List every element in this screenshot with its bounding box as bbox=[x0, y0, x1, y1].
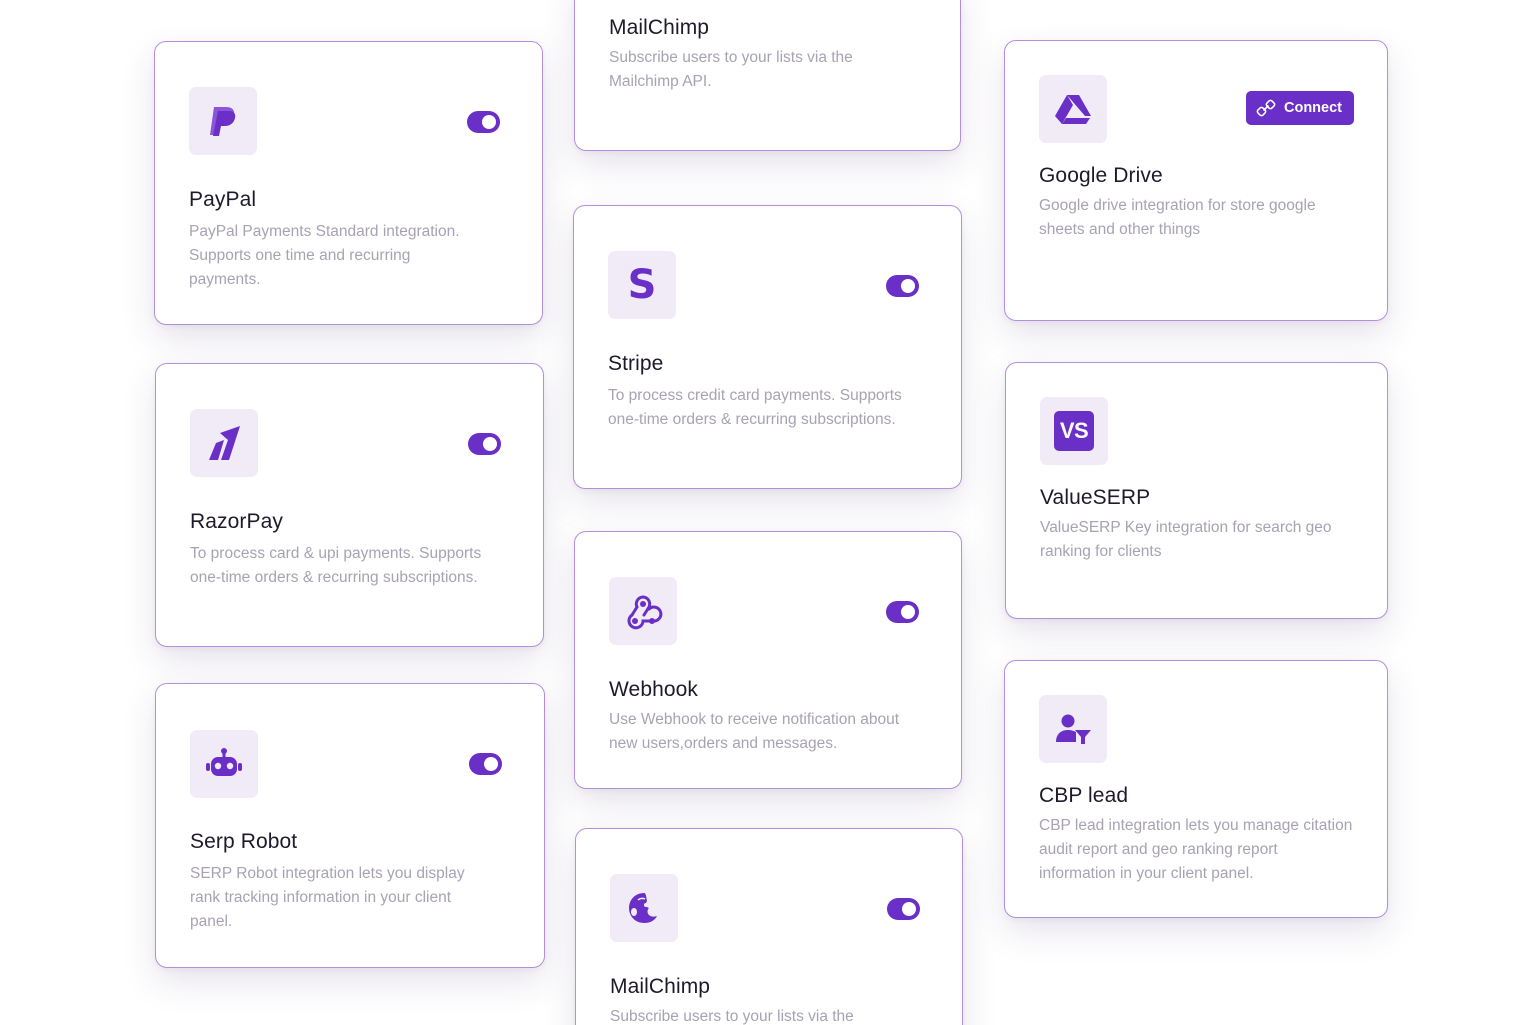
stripe-icon: S bbox=[627, 262, 657, 308]
integration-card-stripe: S Stripe To process credit card payments… bbox=[573, 205, 962, 489]
user-filter-icon bbox=[1056, 714, 1091, 744]
card-title: MailChimp bbox=[609, 16, 710, 39]
card-description: To process credit card payments. Support… bbox=[608, 387, 902, 428]
card-description: Google drive integration for store googl… bbox=[1039, 197, 1316, 238]
enable-toggle[interactable] bbox=[886, 601, 919, 623]
connect-label: Connect bbox=[1284, 100, 1342, 116]
icon-tile: S bbox=[608, 251, 676, 319]
link-icon bbox=[1256, 99, 1276, 117]
integration-card-razorpay: RazorPay To process card & upi payments.… bbox=[155, 363, 544, 647]
enable-toggle[interactable] bbox=[468, 433, 501, 455]
integration-card-valueserp: VS ValueSERP ValueSERP Key integration f… bbox=[1005, 362, 1388, 619]
valueserp-icon: VS bbox=[1054, 411, 1094, 451]
card-title: Google Drive bbox=[1039, 164, 1163, 187]
mailchimp-icon bbox=[629, 893, 657, 923]
toggle-knob bbox=[901, 279, 915, 293]
integration-card-mailchimp-top: MailChimp Subscribe users to your lists … bbox=[574, 0, 961, 151]
connect-button[interactable]: Connect bbox=[1246, 91, 1354, 125]
integrations-grid: MailChimp Subscribe users to your lists … bbox=[0, 0, 1536, 1025]
integration-card-webhook: Webhook Use Webhook to receive notificat… bbox=[574, 531, 962, 789]
enable-toggle[interactable] bbox=[469, 753, 502, 775]
webhook-icon bbox=[627, 595, 663, 630]
enable-toggle[interactable] bbox=[467, 111, 500, 133]
robot-icon bbox=[206, 748, 242, 776]
card-description: ValueSERP Key integration for search geo… bbox=[1040, 519, 1332, 560]
google-drive-icon bbox=[1055, 95, 1091, 124]
enable-toggle[interactable] bbox=[886, 275, 919, 297]
card-description: Use Webhook to receive notification abou… bbox=[609, 711, 900, 752]
enable-toggle[interactable] bbox=[887, 898, 920, 920]
card-title: Serp Robot bbox=[190, 830, 298, 853]
icon-tile bbox=[1039, 75, 1107, 143]
card-description: Subscribe users to your lists via the Ma… bbox=[609, 49, 853, 90]
icon-tile bbox=[610, 874, 678, 942]
icon-tile bbox=[1039, 695, 1107, 763]
integration-card-mailchimp-bottom: MailChimp Subscribe users to your lists … bbox=[575, 828, 963, 1025]
icon-tile bbox=[189, 87, 257, 155]
icon-tile bbox=[190, 730, 258, 798]
card-description: SERP Robot integration lets you display … bbox=[190, 865, 465, 930]
card-title: Stripe bbox=[608, 352, 664, 375]
card-description: PayPal Payments Standard integration. Su… bbox=[189, 223, 460, 288]
card-title: RazorPay bbox=[190, 510, 284, 533]
card-title: PayPal bbox=[189, 188, 257, 211]
card-description: To process card & upi payments. Supports… bbox=[190, 545, 482, 586]
card-title: Webhook bbox=[609, 678, 699, 701]
paypal-icon bbox=[210, 107, 236, 136]
icon-tile: VS bbox=[1040, 397, 1108, 465]
icon-tile bbox=[190, 409, 258, 477]
card-title: CBP lead bbox=[1039, 784, 1129, 807]
integration-card-google-drive: Connect Google Drive Google drive integr… bbox=[1004, 40, 1388, 321]
toggle-knob bbox=[902, 902, 916, 916]
card-description: CBP lead integration lets you manage cit… bbox=[1039, 817, 1353, 882]
toggle-knob bbox=[484, 757, 498, 771]
icon-tile bbox=[609, 577, 677, 645]
integration-card-serp-robot: Serp Robot SERP Robot integration lets y… bbox=[155, 683, 545, 968]
card-description: Subscribe users to your lists via the bbox=[610, 1008, 854, 1025]
integration-card-paypal: PayPal PayPal Payments Standard integrat… bbox=[154, 41, 543, 325]
integration-card-cbp-lead: CBP lead CBP lead integration lets you m… bbox=[1004, 660, 1388, 918]
toggle-knob bbox=[482, 115, 496, 129]
razorpay-icon bbox=[209, 426, 240, 460]
card-title: ValueSERP bbox=[1040, 486, 1151, 509]
toggle-knob bbox=[901, 605, 915, 619]
toggle-knob bbox=[483, 437, 497, 451]
card-title: MailChimp bbox=[610, 975, 711, 998]
